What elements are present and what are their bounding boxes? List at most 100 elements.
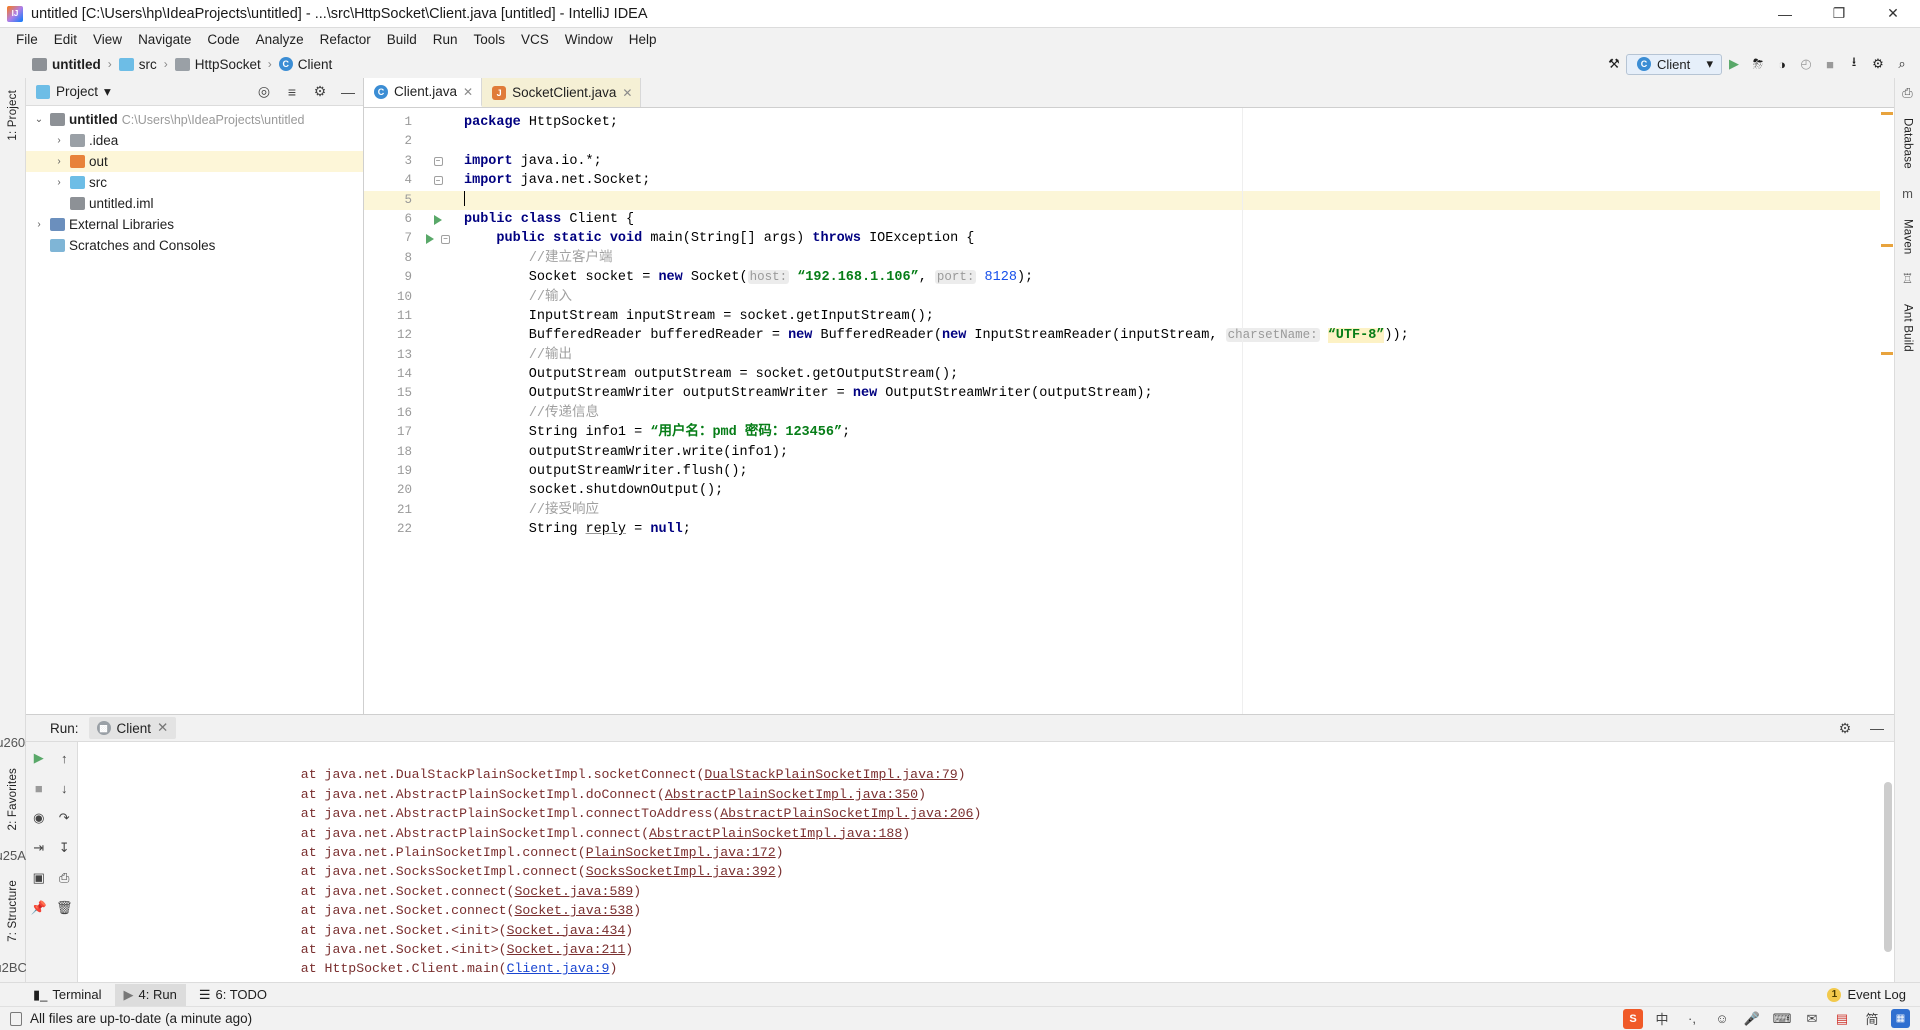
microphone-icon[interactable]: 🎤 xyxy=(1741,1008,1763,1030)
tree-item-src[interactable]: › src xyxy=(26,172,363,193)
camera-icon[interactable]: ◉ xyxy=(29,808,49,828)
stacktrace-link[interactable]: Socket.java:589 xyxy=(514,884,633,899)
menu-edit[interactable]: Edit xyxy=(46,30,85,49)
run-coverage-icon[interactable]: ◑ xyxy=(1770,52,1794,76)
mail-icon[interactable]: ✉ xyxy=(1801,1008,1823,1030)
emoji-icon[interactable]: ☺ xyxy=(1711,1008,1733,1030)
hide-panel-icon[interactable]: — xyxy=(337,81,359,103)
trash-icon[interactable]: 🗑 xyxy=(54,898,74,918)
console-output[interactable]: at java.net.DualStackPlainSocketImpl.soc… xyxy=(78,742,1894,982)
gear-icon[interactable]: ⚙ xyxy=(1834,717,1856,739)
simplified-chinese-icon[interactable]: 简 xyxy=(1861,1008,1883,1030)
tool-tab-structure[interactable]: 7: Structure xyxy=(5,874,21,948)
code-text[interactable]: package HttpSocket; import java.io.*; im… xyxy=(456,108,1894,714)
stacktrace-link[interactable]: Client.java:9 xyxy=(507,961,610,976)
export-icon[interactable]: ⇥ xyxy=(29,838,49,858)
favorites-star-icon[interactable]: \u2605 xyxy=(0,734,32,752)
tool-tab-maven[interactable]: Maven xyxy=(1900,213,1916,261)
breadcrumb-httpsocket[interactable]: HttpSocket xyxy=(171,56,265,73)
tree-item-out[interactable]: › out xyxy=(26,151,363,172)
menu-build[interactable]: Build xyxy=(379,30,425,49)
collapse-all-icon[interactable]: ≡ xyxy=(281,81,303,103)
chevron-down-icon[interactable]: ▾ xyxy=(104,84,111,100)
menu-navigate[interactable]: Navigate xyxy=(130,30,199,49)
stripe-warning-mark[interactable] xyxy=(1881,352,1893,355)
menu-file[interactable]: File xyxy=(8,30,46,49)
gear-icon[interactable]: ⚙ xyxy=(309,81,331,103)
down-arrow-icon[interactable]: ↓ xyxy=(54,778,74,798)
editor-tab-socketclient-java[interactable]: J SocketClient.java ✕ xyxy=(482,78,642,107)
rerun-icon[interactable]: ▶ xyxy=(29,748,49,768)
update-project-icon[interactable]: ⭳ xyxy=(1842,52,1866,76)
locate-file-icon[interactable]: ◎ xyxy=(253,81,275,103)
run-class-marker[interactable] xyxy=(420,210,456,229)
run-tab-client[interactable]: ▩ Client ✕ xyxy=(88,717,177,739)
close-button[interactable]: ✕ xyxy=(1866,0,1920,28)
maximize-button[interactable]: ❐ xyxy=(1812,0,1866,28)
tool-tab-favorites[interactable]: 2: Favorites xyxy=(5,762,21,836)
sogou-ime-icon[interactable]: S xyxy=(1623,1008,1643,1029)
close-icon[interactable]: ✕ xyxy=(622,86,632,100)
fold-icon[interactable]: − xyxy=(441,234,450,244)
debug-icon[interactable]: ⛈ xyxy=(1746,52,1770,76)
print-icon[interactable]: ⎙ xyxy=(54,868,74,888)
stacktrace-link[interactable]: AbstractPlainSocketImpl.java:206 xyxy=(720,806,973,821)
console-scrollbar[interactable] xyxy=(1884,782,1892,952)
stacktrace-link[interactable]: SocksSocketImpl.java:392 xyxy=(586,864,776,879)
stacktrace-link[interactable]: AbstractPlainSocketImpl.java:188 xyxy=(649,826,902,841)
stacktrace-link[interactable]: AbstractPlainSocketImpl.java:350 xyxy=(665,787,918,802)
menu-analyze[interactable]: Analyze xyxy=(248,30,312,49)
error-stripe-scrollbar[interactable] xyxy=(1880,108,1894,714)
keyboard-icon[interactable]: ⌨ xyxy=(1771,1008,1793,1030)
minimize-button[interactable]: — xyxy=(1758,0,1812,28)
chevron-down-icon[interactable]: ⌄ xyxy=(32,114,46,125)
profile-icon[interactable]: ◴ xyxy=(1794,52,1818,76)
console-line[interactable]: at java.net.DualStackPlainSocketImpl.soc… xyxy=(78,746,1894,782)
search-icon[interactable]: ⌕ xyxy=(1890,52,1914,76)
toolbox-icon[interactable]: ▤ xyxy=(1831,1008,1853,1030)
structure-icon[interactable]: \u25A6 xyxy=(0,846,33,864)
terminal-rail-icon[interactable]: \u2BC8 xyxy=(0,958,34,976)
layout-icon[interactable]: ▣ xyxy=(29,868,49,888)
tree-item-untitled[interactable]: ⌄ untitled C:\Users\hp\IdeaProjects\unti… xyxy=(26,109,363,130)
stacktrace-link[interactable]: Socket.java:211 xyxy=(507,942,626,957)
pin-icon[interactable]: 📌 xyxy=(29,898,49,918)
menu-view[interactable]: View xyxy=(85,30,130,49)
menu-help[interactable]: Help xyxy=(621,30,665,49)
close-icon[interactable]: ✕ xyxy=(157,720,168,736)
chevron-right-icon[interactable]: › xyxy=(32,219,46,230)
chevron-right-icon[interactable]: › xyxy=(52,177,66,188)
bottom-tab-todo[interactable]: ☰ 6: TODO xyxy=(190,984,276,1006)
close-icon[interactable]: ✕ xyxy=(463,85,473,99)
bottom-tab-terminal[interactable]: ▮_ Terminal xyxy=(24,984,111,1006)
tool-tab-ant-build[interactable]: Ant Build xyxy=(1900,298,1916,358)
menu-window[interactable]: Window xyxy=(557,30,621,49)
chevron-right-icon[interactable]: › xyxy=(52,156,66,167)
stop-icon[interactable]: ■ xyxy=(29,778,49,798)
tool-tab-database[interactable]: Database xyxy=(1900,112,1916,175)
menu-vcs[interactable]: VCS xyxy=(513,30,557,49)
database-icon[interactable]: ⎙ xyxy=(1899,84,1917,102)
fold-marker[interactable]: − xyxy=(420,152,456,171)
hide-panel-icon[interactable]: — xyxy=(1866,717,1888,739)
ime-punctuation-icon[interactable]: ·, xyxy=(1681,1008,1703,1030)
build-hammer-icon[interactable]: ⚒ xyxy=(1602,52,1626,76)
stacktrace-link[interactable]: Socket.java:434 xyxy=(507,923,626,938)
chevron-right-icon[interactable]: › xyxy=(52,135,66,146)
gutter-markers[interactable]: − − − xyxy=(420,108,456,714)
editor-tab-client-java[interactable]: C Client.java ✕ xyxy=(364,78,483,107)
maven-icon[interactable]: m xyxy=(1899,185,1917,203)
stripe-warning-mark[interactable] xyxy=(1881,244,1893,247)
menu-tools[interactable]: Tools xyxy=(466,30,514,49)
ime-panel-icon[interactable]: ▦ xyxy=(1891,1009,1910,1028)
run-icon[interactable] xyxy=(434,214,442,225)
run-icon[interactable]: ▶ xyxy=(1722,52,1746,76)
ime-mode-icon[interactable]: 中 xyxy=(1651,1008,1673,1030)
stop-icon[interactable]: ■ xyxy=(1818,52,1842,76)
stacktrace-link[interactable]: PlainSocketImpl.java:172 xyxy=(586,845,776,860)
scroll-to-end-icon[interactable]: ↧ xyxy=(54,838,74,858)
bottom-tab-run[interactable]: ▶ 4: Run xyxy=(114,983,186,1006)
breadcrumb-src[interactable]: src xyxy=(115,56,161,73)
gear-icon[interactable]: ⚙ xyxy=(1866,52,1890,76)
event-log-button[interactable]: 1 Event Log xyxy=(1827,987,1920,1002)
